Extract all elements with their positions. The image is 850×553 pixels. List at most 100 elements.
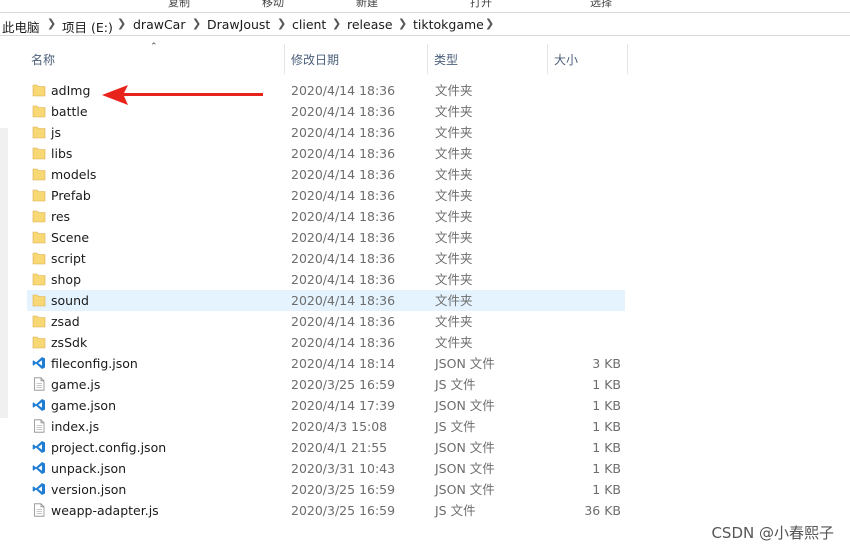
file-type: 文件夹: [435, 314, 473, 329]
file-type: 文件夹: [435, 230, 473, 245]
file-type: 文件夹: [435, 251, 473, 266]
file-type: JS 文件: [435, 419, 476, 434]
file-row[interactable]: Prefab 2020/4/14 18:36 文件夹: [27, 185, 625, 206]
file-row[interactable]: script 2020/4/14 18:36 文件夹: [27, 248, 625, 269]
file-size: 1 KB: [592, 419, 621, 434]
file-date: 2020/4/1 21:55: [291, 440, 388, 455]
folder-icon: [32, 104, 46, 118]
file-name: weapp-adapter.js: [51, 503, 159, 518]
file-type: 文件夹: [435, 293, 473, 308]
file-type: JS 文件: [435, 377, 476, 392]
file-type: 文件夹: [435, 272, 473, 287]
document-icon: [32, 503, 46, 517]
document-icon: [32, 419, 46, 433]
file-type: JSON 文件: [435, 461, 495, 476]
file-date: 2020/4/14 18:36: [291, 209, 396, 224]
vscode-icon: [32, 440, 46, 454]
file-row[interactable]: zsSdk 2020/4/14 18:36 文件夹: [27, 332, 625, 353]
file-name: sound: [51, 293, 89, 308]
file-type: 文件夹: [435, 335, 473, 350]
file-date: 2020/4/14 18:36: [291, 167, 396, 182]
folder-icon: [32, 293, 46, 307]
file-type: 文件夹: [435, 167, 473, 182]
file-row[interactable]: models 2020/4/14 18:36 文件夹: [27, 164, 625, 185]
file-name: shop: [51, 272, 82, 287]
file-size: 1 KB: [592, 461, 621, 476]
file-size: 1 KB: [592, 440, 621, 455]
file-name: script: [51, 251, 86, 266]
file-row[interactable]: project.config.json 2020/4/1 21:55 JSON 文件…: [27, 437, 625, 458]
vscode-icon: [32, 398, 46, 412]
file-name: game.js: [51, 377, 101, 392]
file-date: 2020/4/3 15:08: [291, 419, 388, 434]
folder-icon: [32, 167, 46, 181]
file-row[interactable]: index.js 2020/4/3 15:08 JS 文件 1 KB: [27, 416, 625, 437]
file-date: 2020/4/14 18:36: [291, 230, 396, 245]
file-name: libs: [51, 146, 73, 161]
file-date: 2020/3/25 16:59: [291, 482, 396, 497]
file-name: Scene: [51, 230, 90, 245]
file-type: 文件夹: [435, 125, 473, 140]
file-date: 2020/4/14 18:36: [291, 335, 396, 350]
file-size: 1 KB: [592, 482, 621, 497]
file-name: fileconfig.json: [51, 356, 138, 371]
file-row[interactable]: Scene 2020/4/14 18:36 文件夹: [27, 227, 625, 248]
file-date: 2020/3/25 16:59: [291, 503, 396, 518]
file-name: unpack.json: [51, 461, 127, 476]
file-size: 3 KB: [592, 356, 621, 371]
folder-icon: [32, 335, 46, 349]
file-date: 2020/4/14 18:14: [291, 356, 396, 371]
file-type: 文件夹: [435, 188, 473, 203]
folder-icon: [32, 230, 46, 244]
file-size: 1 KB: [592, 398, 621, 413]
file-type: 文件夹: [435, 83, 473, 98]
vscode-icon: [32, 356, 46, 370]
file-type: JS 文件: [435, 503, 476, 518]
file-type: JSON 文件: [435, 482, 495, 497]
red-arrow-annotation: [102, 85, 263, 105]
file-row[interactable]: fileconfig.json 2020/4/14 18:14 JSON 文件 3 K…: [27, 353, 625, 374]
file-name: index.js: [51, 419, 100, 434]
file-date: 2020/4/14 18:36: [291, 272, 396, 287]
file-date: 2020/4/14 18:36: [291, 314, 396, 329]
file-row[interactable]: game.js 2020/3/25 16:59 JS 文件 1 KB: [27, 374, 625, 395]
file-name: zsad: [51, 314, 80, 329]
file-type: 文件夹: [435, 104, 473, 119]
file-type: JSON 文件: [435, 356, 495, 371]
file-row[interactable]: libs 2020/4/14 18:36 文件夹: [27, 143, 625, 164]
file-type: JSON 文件: [435, 440, 495, 455]
file-name: adImg: [51, 83, 91, 98]
file-row[interactable]: shop 2020/4/14 18:36 文件夹: [27, 269, 625, 290]
file-name: zsSdk: [51, 335, 88, 350]
file-name: js: [51, 125, 61, 140]
folder-icon: [32, 188, 46, 202]
vscode-icon: [32, 482, 46, 496]
vscode-icon: [32, 461, 46, 475]
file-date: 2020/3/31 10:43: [291, 461, 396, 476]
file-row[interactable]: version.json 2020/3/25 16:59 JSON 文件 1 KB: [27, 479, 625, 500]
file-name: version.json: [51, 482, 127, 497]
folder-icon: [32, 209, 46, 223]
file-type: 文件夹: [435, 209, 473, 224]
file-name: Prefab: [51, 188, 91, 203]
file-row[interactable]: js 2020/4/14 18:36 文件夹: [27, 122, 625, 143]
file-name: models: [51, 167, 97, 182]
file-date: 2020/4/14 18:36: [291, 83, 396, 98]
file-name: project.config.json: [51, 440, 167, 455]
file-row[interactable]: zsad 2020/4/14 18:36 文件夹: [27, 311, 625, 332]
file-date: 2020/3/25 16:59: [291, 377, 396, 392]
file-date: 2020/4/14 18:36: [291, 146, 396, 161]
file-row[interactable]: unpack.json 2020/3/31 10:43 JSON 文件 1 KB: [27, 458, 625, 479]
folder-icon: [32, 251, 46, 265]
file-date: 2020/4/14 18:36: [291, 188, 396, 203]
file-date: 2020/4/14 18:36: [291, 104, 396, 119]
file-size: 36 KB: [584, 503, 621, 518]
folder-icon: [32, 83, 46, 97]
file-name: battle: [51, 104, 88, 119]
watermark: CSDN @小春熙子: [711, 524, 834, 542]
file-row[interactable]: game.json 2020/4/14 17:39 JSON 文件 1 KB: [27, 395, 625, 416]
file-row[interactable]: res 2020/4/14 18:36 文件夹: [27, 206, 625, 227]
folder-icon: [32, 146, 46, 160]
file-row[interactable]: weapp-adapter.js 2020/3/25 16:59 JS 文件 36 K…: [27, 500, 625, 521]
file-row[interactable]: sound 2020/4/14 18:36 文件夹: [27, 290, 625, 311]
